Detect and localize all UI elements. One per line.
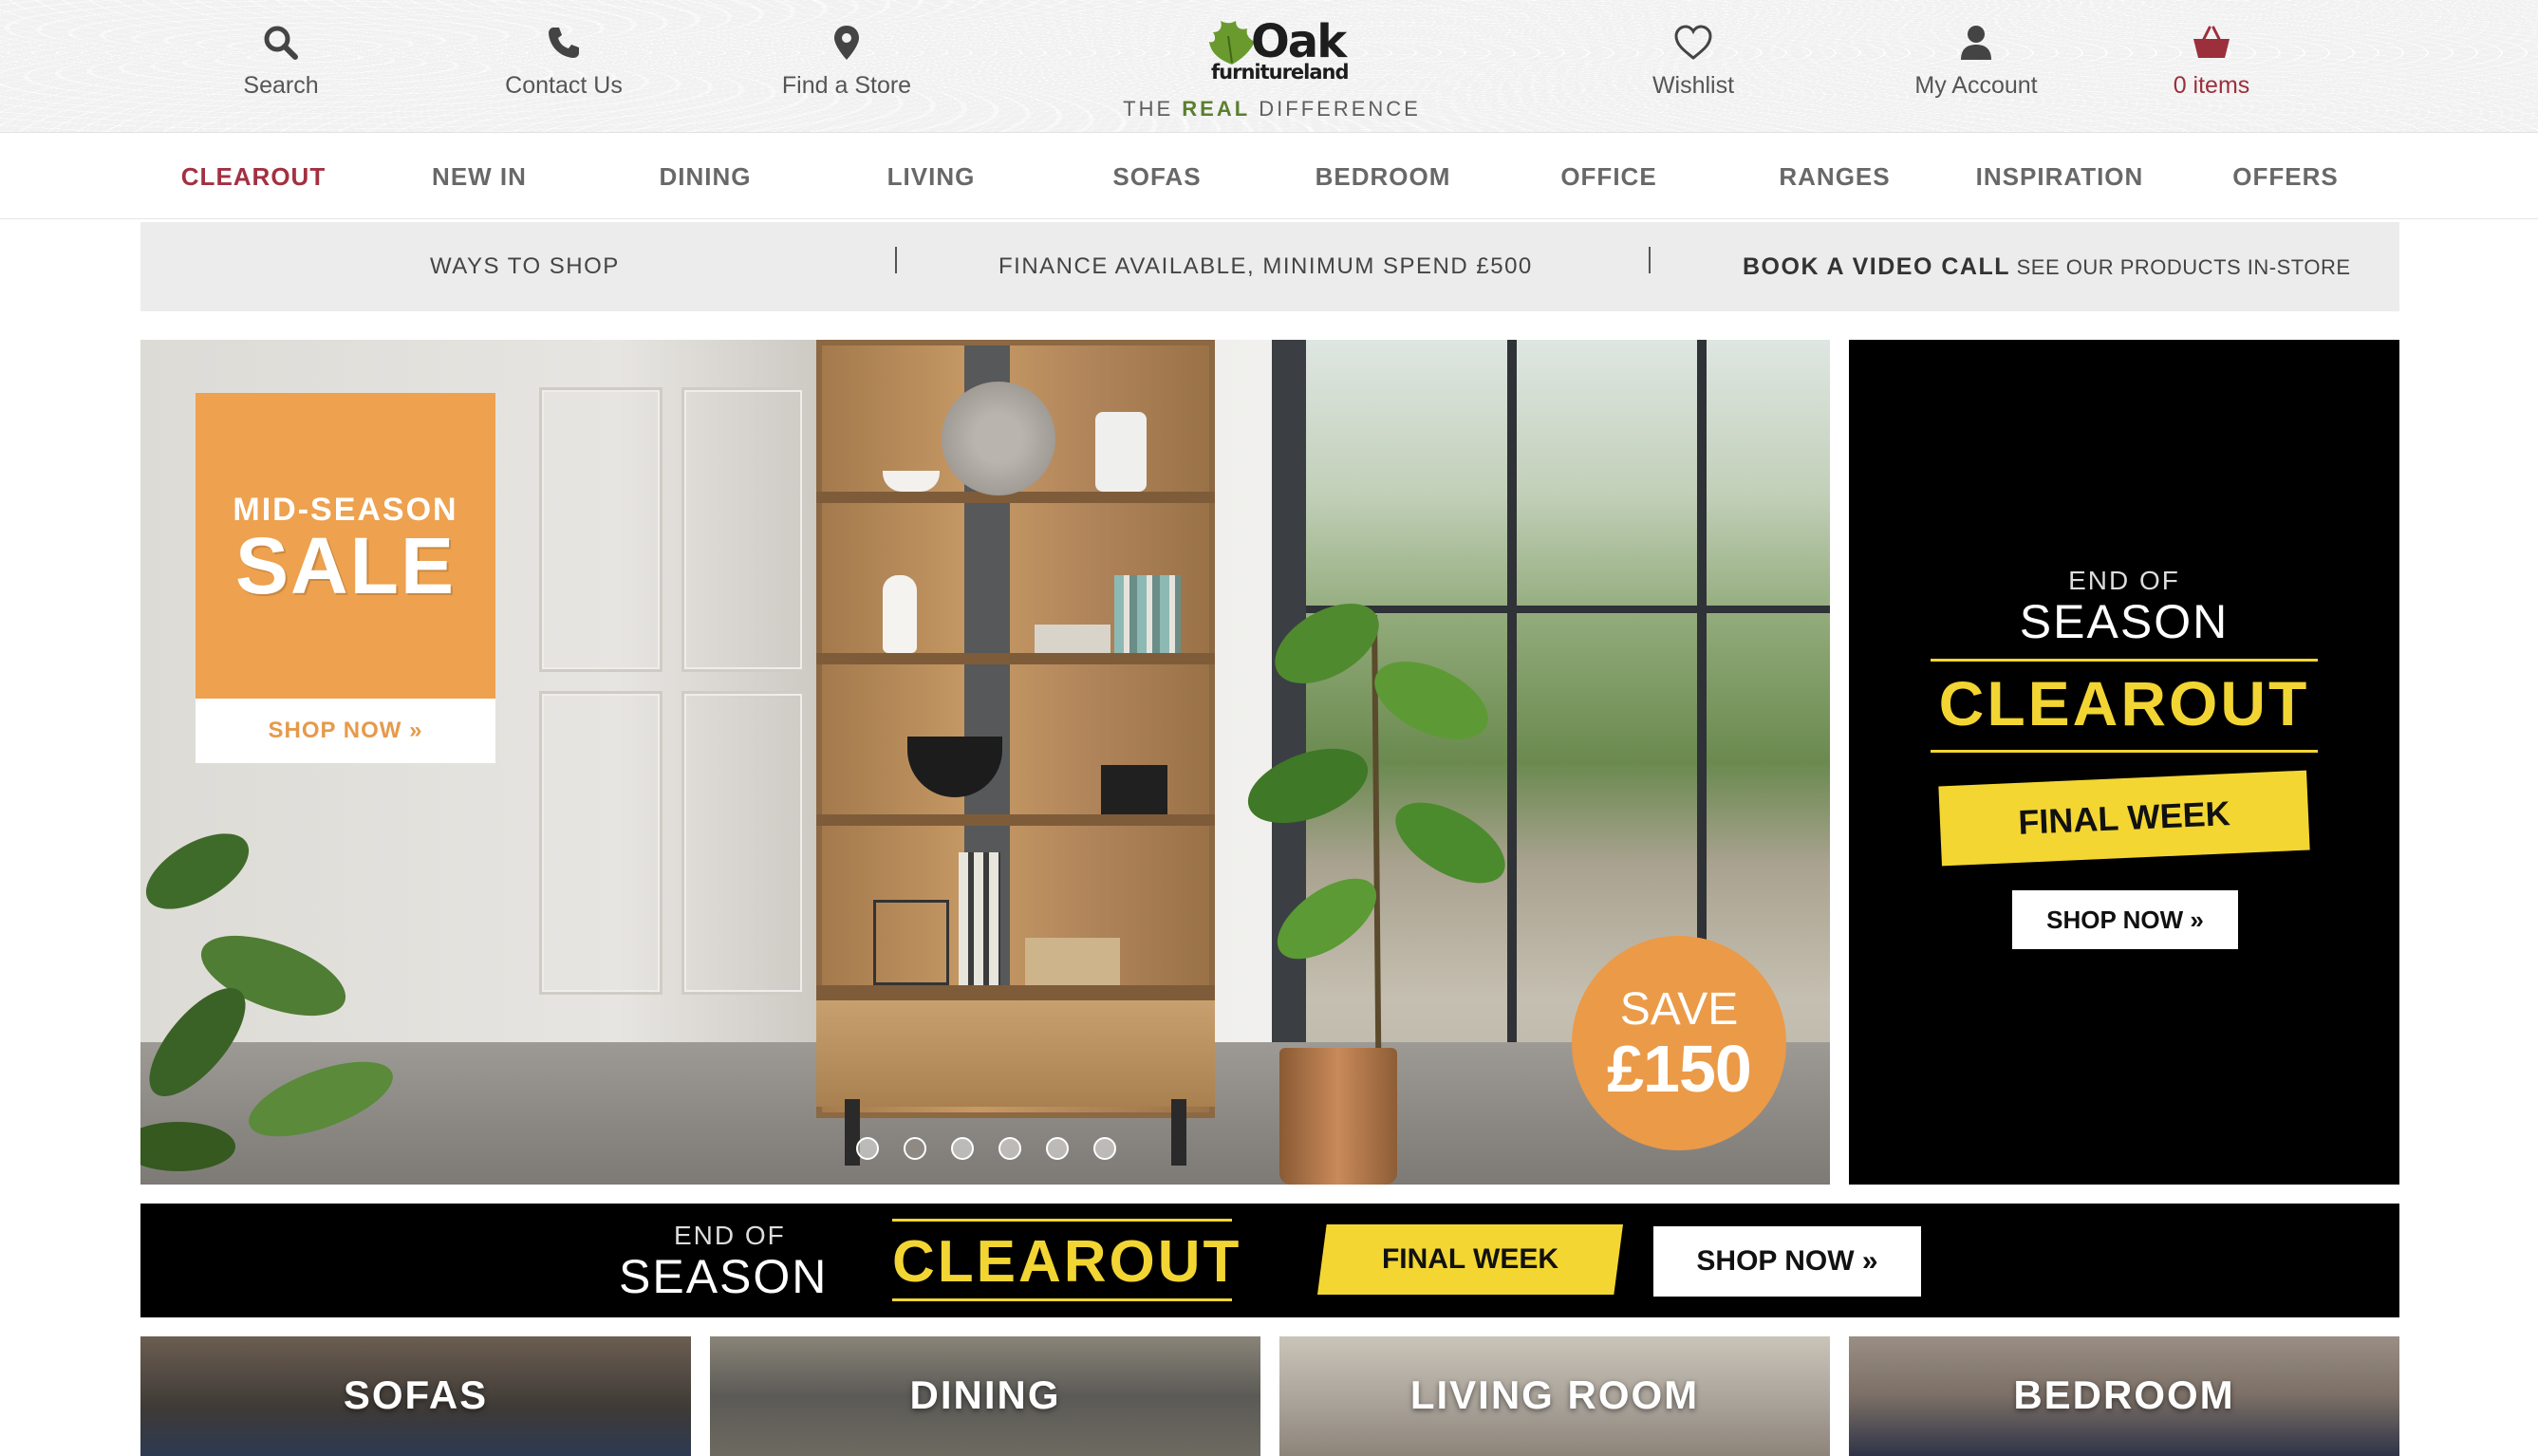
nav-item-offers[interactable]: OFFERS [2172, 134, 2399, 219]
save-badge: SAVE £150 [1572, 936, 1786, 1150]
side-line1: END OF [2068, 566, 2180, 595]
banner-rule-bottom [892, 1298, 1232, 1301]
end-of-season-side-promo[interactable]: END OF SEASON CLEAROUT FINAL WEEK SHOP N… [1849, 340, 2399, 1185]
main-navigation: CLEAROUT NEW IN DINING LIVING SOFAS BEDR… [0, 134, 2538, 219]
category-tile-sofas[interactable]: SOFAS [140, 1336, 691, 1456]
end-of-season-banner[interactable]: END OF SEASON CLEAROUT FINAL WEEK SHOP N… [140, 1204, 2399, 1317]
category-tile-dining[interactable]: DINING [710, 1336, 1260, 1456]
contact-us-button[interactable]: Contact Us [459, 23, 668, 100]
side-line2: SEASON [2019, 595, 2230, 648]
location-pin-icon [834, 26, 859, 60]
logo-subword: furnitureland [1211, 61, 1350, 84]
nav-item-new-in[interactable]: NEW IN [365, 134, 593, 219]
carousel-dot[interactable] [904, 1137, 926, 1160]
contact-us-label: Contact Us [505, 72, 623, 99]
category-tile-living-room[interactable]: LIVING ROOM [1279, 1336, 1830, 1456]
find-store-button[interactable]: Find a Store [742, 23, 951, 100]
nav-item-sofas[interactable]: SOFAS [1043, 134, 1271, 219]
video-call-link[interactable]: BOOK A VIDEO CALL SEE OUR PRODUCTS IN-ST… [1743, 222, 2351, 311]
category-label: SOFAS [343, 1372, 489, 1417]
phone-icon [549, 28, 579, 58]
search-icon [264, 26, 298, 60]
fiddle-leaf-plant-image [1247, 603, 1505, 1128]
carousel-dot[interactable] [998, 1137, 1021, 1160]
banner-rule-top [892, 1219, 1232, 1222]
nav-item-bedroom[interactable]: BEDROOM [1269, 134, 1497, 219]
top-header: Search Contact Us Find a Store Oak furni… [0, 0, 2538, 133]
search-label: Search [243, 72, 319, 99]
search-button[interactable]: Search [177, 23, 385, 100]
side-line3: CLEAROUT [1938, 668, 2310, 738]
basket-icon [2193, 26, 2230, 58]
my-account-button[interactable]: My Account [1872, 23, 2081, 100]
badge-line1: SAVE [1619, 984, 1739, 1035]
banner-line2: SEASON [619, 1250, 829, 1303]
category-label: DINING [909, 1372, 1061, 1417]
logo-tagline: THE REAL DIFFERENCE [1120, 97, 1424, 121]
carousel-dot[interactable] [856, 1137, 879, 1160]
hero-carousel[interactable]: MID-SEASON SALE SHOP NOW » SAVE £150 [140, 340, 1830, 1185]
video-call-bold: BOOK A VIDEO CALL [1743, 253, 2010, 280]
nav-item-office[interactable]: OFFICE [1495, 134, 1723, 219]
finance-link[interactable]: FINANCE AVAILABLE, MINIMUM SPEND £500 [998, 222, 1533, 311]
side-final-week-ribbon: FINAL WEEK [1938, 770, 2310, 867]
ways-to-shop-link[interactable]: WAYS TO SHOP [430, 222, 620, 311]
my-account-label: My Account [1914, 72, 2038, 99]
nav-item-dining[interactable]: DINING [591, 134, 819, 219]
category-tile-bedroom[interactable]: BEDROOM [1849, 1336, 2399, 1456]
nav-item-living[interactable]: LIVING [817, 134, 1045, 219]
find-store-label: Find a Store [781, 72, 912, 99]
wishlist-label: Wishlist [1652, 72, 1735, 99]
category-label: LIVING ROOM [1409, 1372, 1700, 1417]
mid-season-sale-tile[interactable]: MID-SEASON SALE SHOP NOW » [196, 393, 495, 763]
oak-furnitureland-logo[interactable]: Oak furnitureland THE REAL DIFFERENCE [1120, 13, 1424, 125]
bookcase-image [816, 340, 1215, 1166]
nav-item-inspiration[interactable]: INSPIRATION [1946, 134, 2174, 219]
tagline-bold: REAL [1182, 97, 1251, 121]
category-label: BEDROOM [2013, 1372, 2235, 1417]
wishlist-button[interactable]: Wishlist [1589, 23, 1798, 100]
strip-divider [895, 247, 897, 273]
badge-line2: £150 [1607, 1032, 1752, 1106]
nav-item-clearout[interactable]: CLEAROUT [140, 134, 367, 219]
nav-item-ranges[interactable]: RANGES [1721, 134, 1949, 219]
banner-line3: CLEAROUT [892, 1229, 1242, 1295]
side-shop-now-button[interactable]: SHOP NOW » [2012, 890, 2238, 949]
sale-title-line2: SALE [234, 521, 457, 610]
basket-button[interactable]: 0 items [2107, 23, 2316, 100]
carousel-dot[interactable] [1046, 1137, 1069, 1160]
copper-planter-image [1279, 1048, 1397, 1185]
banner-shop-now-button[interactable]: SHOP NOW » [1653, 1226, 1921, 1297]
plant-left-image [140, 833, 393, 1171]
heart-icon [1674, 25, 1712, 60]
user-icon [1961, 26, 1991, 60]
side-rule-top [1931, 659, 2318, 662]
tagline-pre: THE [1123, 97, 1183, 121]
banner-final-week-ribbon: FINAL WEEK [1317, 1224, 1623, 1295]
video-call-rest: SEE OUR PRODUCTS IN-STORE [2009, 255, 2351, 279]
banner-line1: END OF [674, 1221, 786, 1250]
strip-divider [1649, 247, 1651, 273]
side-rule-bottom [1931, 750, 2318, 753]
carousel-dot[interactable] [1093, 1137, 1116, 1160]
basket-count: 0 items [2173, 72, 2250, 99]
sale-shop-now-button[interactable]: SHOP NOW » [196, 699, 495, 763]
info-strip: WAYS TO SHOP FINANCE AVAILABLE, MINIMUM … [140, 222, 2399, 311]
tagline-post: DIFFERENCE [1250, 97, 1421, 121]
carousel-dot[interactable] [951, 1137, 974, 1160]
